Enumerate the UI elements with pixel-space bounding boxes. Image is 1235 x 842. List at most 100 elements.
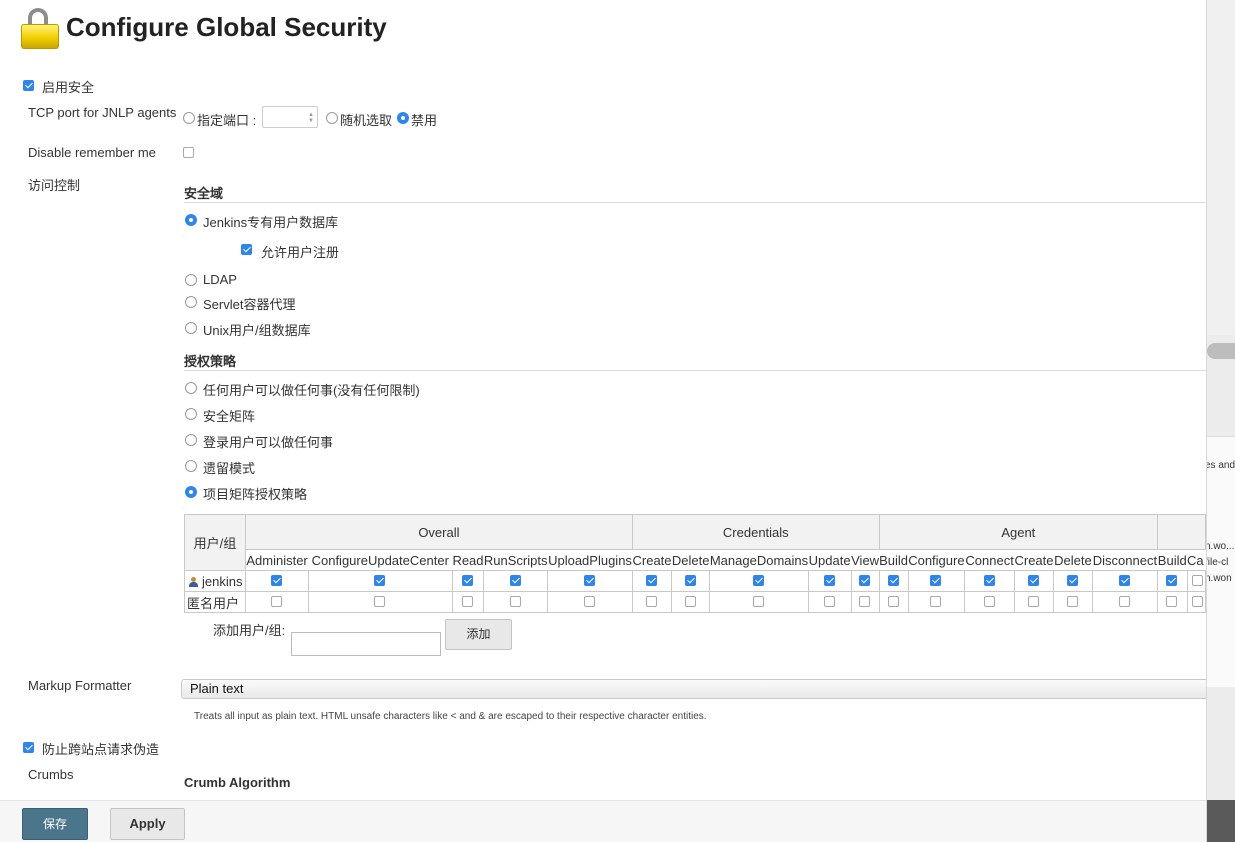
markup-formatter-select[interactable]: Plain text	[181, 679, 1206, 699]
allow-signup-checkbox[interactable]	[241, 244, 252, 255]
realm-servlet-radio[interactable]	[185, 296, 197, 308]
markup-help-text: Treats all input as plain text. HTML uns…	[194, 711, 707, 722]
perm-header: Connect	[964, 549, 1015, 571]
auth-anyone-radio[interactable]	[185, 382, 197, 394]
matrix-cell	[964, 591, 1015, 613]
permission-checkbox[interactable]	[859, 596, 871, 607]
jnlp-disable-radio[interactable]	[397, 112, 409, 124]
permission-checkbox[interactable]	[1118, 596, 1130, 607]
permission-checkbox[interactable]	[823, 596, 835, 607]
permission-checkbox[interactable]	[509, 575, 521, 586]
matrix-cell	[807, 591, 852, 613]
perm-header: ConfigureUpdateCenter	[308, 549, 453, 571]
realm-ldap-radio[interactable]	[185, 274, 197, 286]
permission-checkbox[interactable]	[1028, 596, 1039, 607]
matrix-cell	[878, 591, 909, 613]
matrix-cell	[671, 591, 711, 613]
matrix-user-header: 用户/组	[184, 514, 246, 571]
perm-header: Update	[808, 549, 852, 571]
jnlp-fixed-radio[interactable]	[183, 112, 195, 124]
matrix-cell	[671, 570, 711, 592]
permission-checkbox[interactable]	[461, 575, 473, 586]
permission-checkbox[interactable]	[1191, 596, 1203, 607]
auth-matrix-radio[interactable]	[185, 408, 197, 420]
matrix-group-agent: Agent	[878, 514, 1159, 550]
matrix-group-more	[1157, 514, 1206, 550]
permission-checkbox[interactable]	[1166, 575, 1178, 586]
permission-checkbox[interactable]	[859, 575, 871, 586]
apply-button[interactable]: Apply	[110, 808, 185, 840]
permission-checkbox[interactable]	[646, 575, 658, 586]
perm-header: Create	[1014, 549, 1054, 571]
permission-checkbox[interactable]	[752, 575, 764, 586]
add-user-button[interactable]: 添加	[445, 619, 512, 650]
permission-checkbox[interactable]	[509, 596, 521, 607]
permission-checkbox[interactable]	[684, 596, 696, 607]
auth-project-matrix-radio[interactable]	[185, 486, 197, 498]
permission-checkbox[interactable]	[887, 596, 899, 607]
permission-checkbox[interactable]	[584, 596, 596, 607]
divider	[184, 370, 1206, 371]
background-text: file-cl	[1206, 557, 1229, 568]
permission-checkbox[interactable]	[1066, 575, 1078, 586]
auth-loggedin-radio[interactable]	[185, 434, 197, 446]
remember-me-checkbox[interactable]	[183, 147, 194, 158]
perm-header: Disconnect	[1092, 549, 1158, 571]
allow-signup-label: 允许用户注册	[261, 245, 340, 260]
security-config-page: Configure Global Security 启用安全 TCP port …	[0, 0, 1206, 842]
permission-checkbox[interactable]	[930, 575, 942, 586]
matrix-cell	[964, 570, 1015, 592]
matrix-cell	[709, 591, 809, 613]
permission-checkbox[interactable]	[823, 575, 835, 586]
permission-checkbox[interactable]	[983, 596, 995, 607]
jnlp-port-input[interactable]: ▲ ▼	[262, 106, 318, 128]
permission-checkbox[interactable]	[461, 596, 473, 607]
matrix-row-jenkins: jenkins	[184, 570, 1206, 592]
permission-checkbox[interactable]	[930, 596, 942, 607]
permission-checkbox[interactable]	[1166, 596, 1178, 607]
auth-project-matrix-label: 项目矩阵授权策略	[203, 487, 308, 502]
permission-checkbox[interactable]	[1028, 575, 1039, 586]
jnlp-fixed-label: 指定端口 :	[197, 113, 257, 128]
permission-checkbox[interactable]	[270, 596, 282, 607]
permission-checkbox[interactable]	[1191, 575, 1203, 586]
auth-legacy-radio[interactable]	[185, 460, 197, 472]
permission-checkbox[interactable]	[374, 596, 386, 607]
csrf-checkbox[interactable]	[23, 742, 34, 753]
save-button[interactable]: 保存	[22, 808, 88, 840]
matrix-cell	[451, 591, 485, 613]
permission-checkbox[interactable]	[684, 575, 696, 586]
realm-jenkins-radio[interactable]	[185, 214, 197, 226]
perm-header: Build	[879, 549, 909, 571]
auth-loggedin-label: 登录用户可以做任何事	[203, 435, 334, 450]
crumb-algorithm-heading: Crumb Algorithm	[184, 775, 291, 790]
matrix-cell	[244, 570, 309, 592]
permission-checkbox[interactable]	[584, 575, 596, 586]
jnlp-random-radio[interactable]	[326, 112, 338, 124]
perm-header: Ca	[1187, 549, 1206, 571]
matrix-cell	[709, 570, 809, 592]
permission-checkbox[interactable]	[646, 596, 658, 607]
csrf-label: 防止跨站点请求伪造	[42, 742, 160, 757]
realm-unix-radio[interactable]	[185, 322, 197, 334]
matrix-cell	[1186, 570, 1206, 592]
permission-checkbox[interactable]	[1066, 596, 1078, 607]
add-user-label: 添加用户/组:	[213, 623, 286, 638]
permission-checkbox[interactable]	[1118, 575, 1130, 586]
permission-checkbox[interactable]	[983, 575, 995, 586]
remember-me-label: Disable remember me	[28, 145, 156, 160]
background-text: n.won	[1206, 573, 1232, 584]
permission-checkbox[interactable]	[374, 575, 386, 586]
permission-checkbox[interactable]	[270, 575, 282, 586]
perm-header: Create	[632, 549, 672, 571]
matrix-user-cell: jenkins	[184, 570, 246, 592]
enable-security-checkbox[interactable]	[23, 80, 34, 91]
matrix-cell	[307, 591, 453, 613]
access-control-label: 访问控制	[28, 178, 81, 193]
jnlp-random-label: 随机选取	[340, 113, 393, 128]
add-user-input[interactable]	[291, 632, 441, 656]
permission-checkbox[interactable]	[887, 575, 899, 586]
matrix-cell	[907, 591, 966, 613]
permission-checkbox[interactable]	[752, 596, 764, 607]
enable-security-label: 启用安全	[42, 80, 95, 95]
